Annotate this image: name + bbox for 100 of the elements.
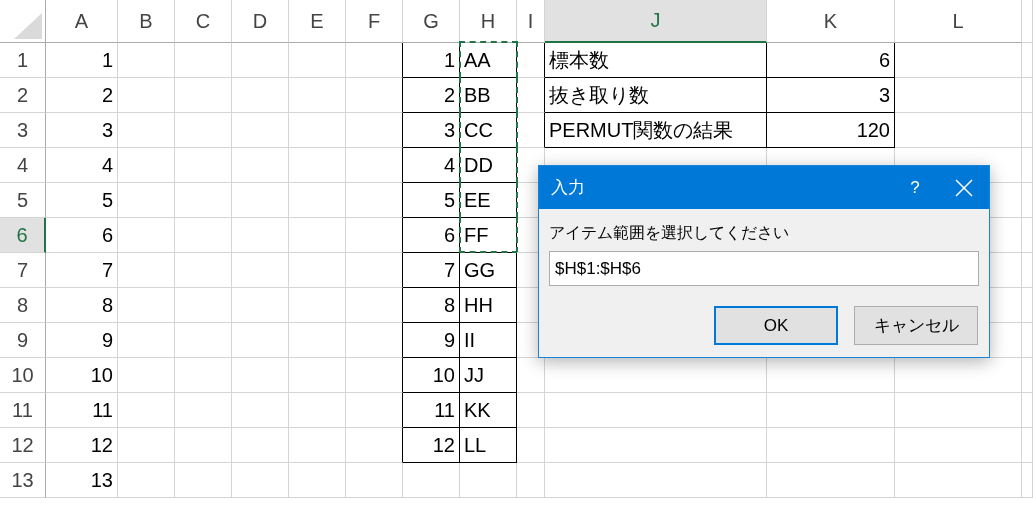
table-cell: 3 (403, 113, 460, 148)
column-header[interactable]: K (767, 0, 895, 43)
table-cell: GG (460, 253, 517, 288)
empty-cell (118, 428, 175, 463)
row-header[interactable]: 8 (0, 288, 46, 323)
empty-cell (1022, 78, 1033, 113)
empty-cell (517, 78, 545, 113)
table-cell: 5 (403, 183, 460, 218)
table-cell: 4 (46, 148, 118, 183)
column-header[interactable]: G (403, 0, 460, 43)
empty-cell (1022, 323, 1033, 358)
empty-cell (1022, 428, 1033, 463)
empty-cell (1022, 218, 1033, 253)
row-header[interactable]: 13 (0, 463, 46, 498)
empty-cell (175, 183, 232, 218)
column-header[interactable]: L (895, 0, 1022, 43)
row-header[interactable]: 10 (0, 358, 46, 393)
table-cell: DD (460, 148, 517, 183)
empty-cell (517, 393, 545, 428)
table-cell: 6 (767, 43, 895, 78)
select-all-icon[interactable] (14, 13, 42, 39)
table-cell: JJ (460, 358, 517, 393)
row-header[interactable]: 6 (0, 218, 46, 253)
empty-cell (232, 463, 289, 498)
empty-cell (346, 183, 403, 218)
empty-cell (175, 218, 232, 253)
row-header[interactable]: 3 (0, 113, 46, 148)
empty-cell (403, 463, 460, 498)
column-header[interactable]: A (46, 0, 118, 43)
table-cell: 3 (46, 113, 118, 148)
empty-cell (289, 43, 346, 78)
table-cell: EE (460, 183, 517, 218)
row-header[interactable]: 4 (0, 148, 46, 183)
empty-cell (118, 463, 175, 498)
empty-cell (460, 463, 517, 498)
empty-cell (232, 323, 289, 358)
table-cell: 7 (46, 253, 118, 288)
empty-cell (346, 288, 403, 323)
ok-button[interactable]: OK (714, 306, 838, 345)
column-header[interactable]: J (545, 0, 767, 43)
table-cell: 2 (46, 78, 118, 113)
table-cell: 標本数 (545, 43, 767, 78)
empty-cell (232, 358, 289, 393)
column-header[interactable] (1022, 0, 1033, 43)
column-header[interactable]: F (346, 0, 403, 43)
empty-cell (289, 393, 346, 428)
empty-cell (289, 113, 346, 148)
empty-cell (289, 428, 346, 463)
empty-cell (1022, 253, 1033, 288)
column-header[interactable]: E (289, 0, 346, 43)
row-header[interactable]: 9 (0, 323, 46, 358)
close-icon[interactable] (955, 178, 973, 197)
empty-cell (517, 113, 545, 148)
range-input-field[interactable]: $H$1:$H$6 (549, 251, 979, 286)
table-cell: 120 (767, 113, 895, 148)
column-header[interactable]: I (517, 0, 545, 43)
empty-cell (232, 253, 289, 288)
empty-cell (346, 428, 403, 463)
empty-cell (175, 78, 232, 113)
table-cell: II (460, 323, 517, 358)
empty-cell (232, 113, 289, 148)
table-cell: 9 (46, 323, 118, 358)
table-cell: 11 (403, 393, 460, 428)
empty-cell (1022, 43, 1033, 78)
empty-cell (232, 148, 289, 183)
column-header[interactable]: D (232, 0, 289, 43)
row-header[interactable]: 7 (0, 253, 46, 288)
column-header[interactable]: C (175, 0, 232, 43)
table-cell: 8 (403, 288, 460, 323)
empty-cell (517, 428, 545, 463)
empty-cell (289, 183, 346, 218)
row-header[interactable]: 2 (0, 78, 46, 113)
row-header[interactable]: 11 (0, 393, 46, 428)
table-cell: CC (460, 113, 517, 148)
empty-cell (175, 428, 232, 463)
empty-cell (1022, 113, 1033, 148)
empty-cell (289, 358, 346, 393)
row-header[interactable]: 5 (0, 183, 46, 218)
empty-cell (118, 253, 175, 288)
empty-cell (1022, 393, 1033, 428)
empty-cell (118, 43, 175, 78)
empty-cell (289, 78, 346, 113)
empty-cell (232, 78, 289, 113)
row-header[interactable]: 12 (0, 428, 46, 463)
empty-cell (346, 393, 403, 428)
row-header[interactable]: 1 (0, 43, 46, 78)
help-button[interactable]: ? (885, 177, 945, 198)
table-cell: LL (460, 428, 517, 463)
table-cell: 5 (46, 183, 118, 218)
table-cell: 7 (403, 253, 460, 288)
empty-cell (1022, 288, 1033, 323)
table-cell: HH (460, 288, 517, 323)
empty-cell (346, 323, 403, 358)
table-cell: 11 (46, 393, 118, 428)
column-header[interactable]: B (118, 0, 175, 43)
table-cell: PERMUT関数の結果 (545, 113, 767, 148)
table-cell: 10 (46, 358, 118, 393)
empty-cell (175, 393, 232, 428)
cancel-button[interactable]: キャンセル (854, 306, 978, 345)
table-cell: 1 (46, 43, 118, 78)
